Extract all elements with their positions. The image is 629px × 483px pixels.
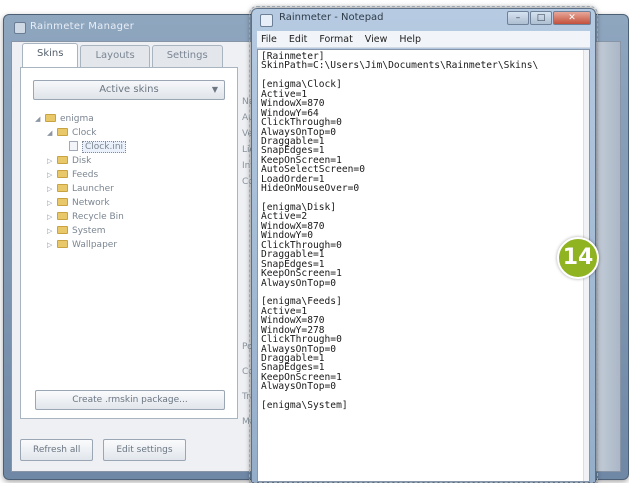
active-skins-label: Active skins [99,84,159,95]
menu-file[interactable]: File [261,34,277,45]
text-line: AlwaysOnTop=0 [261,277,337,289]
expand-icon[interactable]: ▷ [47,224,57,238]
tree-item[interactable]: ▷ Launcher [35,182,229,196]
tab-layouts[interactable]: Layouts [80,45,150,67]
tree-item-label: enigma [60,114,94,124]
collapse-icon[interactable]: ◢ [35,112,45,126]
tree-item[interactable]: ▷ Network [35,196,229,210]
menu-edit[interactable]: Edit [289,34,307,45]
notepad-icon [260,14,273,27]
tab-skins[interactable]: Skins [22,43,79,67]
text-line: SkinPath=C:\Users\Jim\Documents\Rainmete… [261,60,539,72]
notepad-window: Rainmeter - Notepad – □ ✕ File Edit Form… [249,6,598,483]
folder-icon [57,240,68,248]
chevron-down-icon: ▼ [211,85,218,94]
manager-bottom-bar: Refresh all Edit settings [20,439,196,461]
tree-item[interactable]: ▷ System [35,224,229,238]
folder-icon [57,226,68,234]
notepad-title: Rainmeter - Notepad [279,12,384,23]
manager-title: Rainmeter Manager [30,21,135,32]
tree-item-label: Network [72,198,110,208]
menu-format[interactable]: Format [319,34,352,45]
tab-settings[interactable]: Settings [151,45,223,67]
file-icon [69,141,78,151]
folder-icon [45,114,56,122]
expand-icon[interactable]: ▷ [47,210,57,224]
tree-item-label: Disk [72,156,92,166]
notepad-menubar: File Edit Format View Help [257,31,590,48]
tree-item-label: Clock [72,128,97,138]
step-badge: 14 [557,237,599,279]
skins-panel: Active skins ▼ ◢ enigma ◢ Clock Clock.ini ▷ Di… [20,67,238,419]
expand-icon[interactable]: ▷ [47,168,57,182]
menu-view[interactable]: View [365,34,388,45]
text-line: AlwaysOnTop=0 [261,381,337,393]
text-line: [enigma\Clock] [261,79,342,91]
tree-item[interactable]: ◢ enigma [35,112,229,126]
text-line: [enigma\System] [261,400,348,412]
expand-icon[interactable]: ▷ [47,154,57,168]
tree-item[interactable]: ◢ Clock [35,126,229,140]
rainmeter-app-icon [14,22,26,34]
create-package-button[interactable]: Create .rmskin package... [35,390,225,410]
edit-settings-button[interactable]: Edit settings [103,439,186,461]
text-line: HideOnMouseOver=0 [261,183,360,195]
text-line: [enigma\Disk] [261,202,337,213]
tree-item-label: Wallpaper [72,240,118,250]
collapse-icon[interactable]: ◢ [47,126,57,140]
tree-item-label: Recycle Bin [72,212,124,222]
expand-icon[interactable]: ▷ [47,238,57,252]
tree-item-label: System [72,226,106,236]
expand-icon[interactable]: ▷ [47,182,57,196]
refresh-all-button[interactable]: Refresh all [20,439,94,461]
folder-icon [57,170,68,178]
folder-icon [57,128,68,136]
folder-icon [57,184,68,192]
tree-item-label: Feeds [72,170,99,180]
close-button[interactable]: ✕ [553,11,591,25]
minimize-button[interactable]: – [507,11,529,25]
tree-item[interactable]: ▷ Feeds [35,168,229,182]
tree-item[interactable]: ▷ Recycle Bin [35,210,229,224]
skins-tree: ◢ enigma ◢ Clock Clock.ini ▷ Disk ▷ Feeds ▷ Launch… [35,112,229,252]
tree-item[interactable]: Clock.ini [35,140,229,154]
menu-help[interactable]: Help [399,34,421,45]
manager-tabs: Skins Layouts Settings [22,43,225,67]
tree-item[interactable]: ▷ Disk [35,154,229,168]
tree-item[interactable]: ▷ Wallpaper [35,238,229,252]
window-controls: – □ ✕ [506,11,591,25]
text-line: [enigma\Feeds] [261,296,342,308]
maximize-button[interactable]: □ [530,11,552,25]
notepad-text-area[interactable]: [Rainmeter] SkinPath=C:\Users\Jim\Documen… [257,49,590,482]
folder-icon [57,156,68,164]
expand-icon[interactable]: ▷ [47,196,57,210]
tree-item-label: Launcher [72,184,114,194]
folder-icon [57,198,68,206]
tree-item-label: Clock.ini [82,141,127,153]
folder-icon [57,212,68,220]
active-skins-dropdown[interactable]: Active skins ▼ [33,80,225,100]
